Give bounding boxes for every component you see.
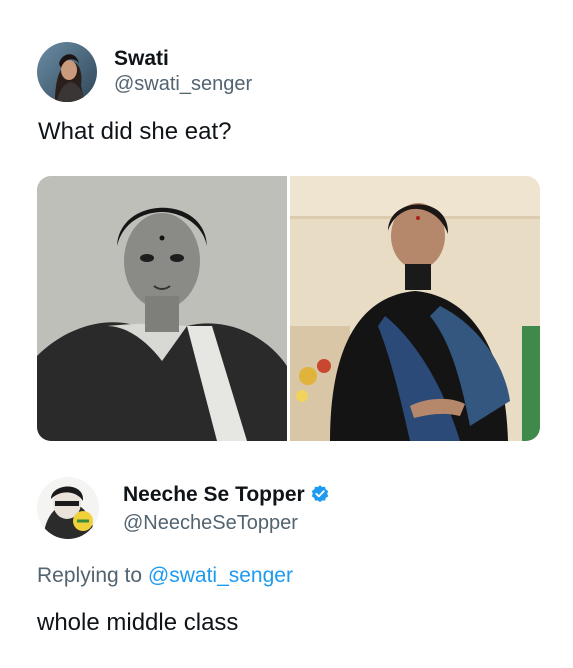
replying-to-context: Replying to @swati_senger [37,563,293,589]
neeche-se-topper-avatar[interactable] [37,477,99,539]
tweet-media-grid [37,176,540,441]
photo-black-white-portrait-icon [37,176,287,441]
reply-author-handle[interactable]: @NeecheSeTopper [123,511,298,535]
media-photo-left[interactable] [37,176,287,441]
reply-author-name[interactable]: Neeche Se Topper [123,483,330,507]
original-tweet-text: What did she eat? [38,118,232,145]
avatar-cartoon-icon [37,477,99,539]
original-author-name[interactable]: Swati [114,47,169,71]
original-author-handle[interactable]: @swati_senger [114,72,252,96]
verified-badge-icon [311,485,328,503]
replying-to-label: Replying to [37,564,143,587]
media-photo-right[interactable] [290,176,540,441]
reply-tweet-text: whole middle class [37,609,239,636]
replying-to-mention-link[interactable]: @swati_senger [148,564,293,587]
photo-color-portrait-icon [290,176,540,441]
avatar-photo-icon [37,42,97,102]
reply-author-name-text[interactable]: Neeche Se Topper [123,483,305,506]
swati-avatar[interactable] [37,42,97,102]
